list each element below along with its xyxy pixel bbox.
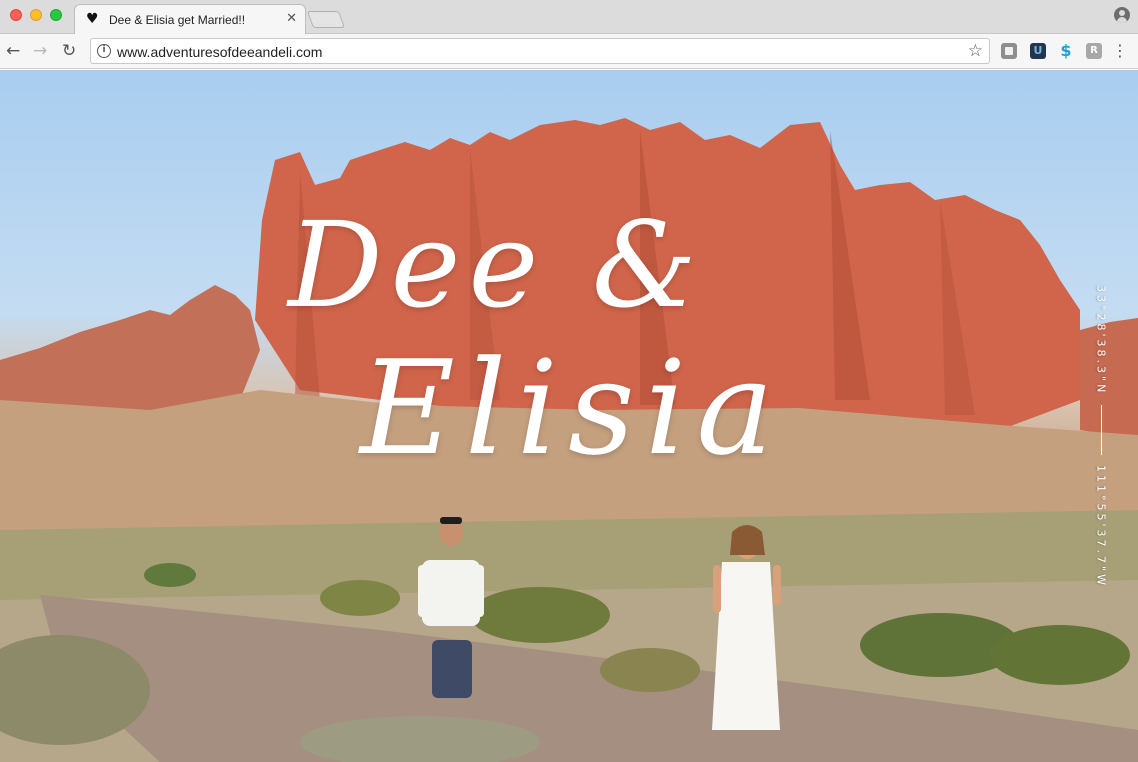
extension-r-icon[interactable]: R: [1086, 43, 1102, 59]
browser-menu-icon[interactable]: ⋮: [1112, 41, 1128, 61]
window-minimize-button[interactable]: [30, 9, 42, 21]
title-line-elisia: Elisia: [360, 332, 784, 484]
heart-favicon-icon: ♥: [86, 11, 99, 27]
back-arrow-icon[interactable]: ←: [6, 41, 20, 61]
hero-section: Dee & Elisia 33°28'38.3"N 111°55'37.7"W: [0, 70, 1138, 762]
title-line-dee: Dee &: [288, 196, 705, 334]
site-info-icon[interactable]: i: [97, 44, 111, 58]
window-maximize-button[interactable]: [50, 9, 62, 21]
tab-close-icon[interactable]: ✕: [286, 11, 297, 27]
extension-dollar-icon[interactable]: $: [1058, 43, 1074, 59]
latitude-text: 33°28'38.3"N: [1094, 285, 1108, 396]
extension-note-icon[interactable]: [1001, 43, 1017, 59]
extension-u-icon[interactable]: U: [1030, 43, 1046, 59]
browser-toolbar: ← → ↻ i www.adventuresofdeeandeli.com ☆ …: [0, 34, 1138, 69]
window-close-button[interactable]: [10, 9, 22, 21]
couple-names-title: Dee & Elisia: [250, 200, 870, 500]
new-tab-button[interactable]: [306, 11, 346, 28]
bookmark-star-icon[interactable]: ☆: [968, 41, 983, 61]
reload-icon[interactable]: ↻: [62, 41, 76, 61]
url-text[interactable]: www.adventuresofdeeandeli.com: [117, 44, 322, 60]
tab-title: Dee & Elisia get Married!!: [109, 13, 246, 27]
forward-arrow-icon[interactable]: →: [33, 41, 47, 61]
address-bar[interactable]: i www.adventuresofdeeandeli.com ☆: [90, 38, 990, 64]
coordinate-divider: [1100, 405, 1102, 456]
browser-tab-active[interactable]: ♥ Dee & Elisia get Married!! ✕: [74, 4, 306, 35]
profile-icon[interactable]: [1114, 7, 1130, 23]
browser-tab-bar: ♥ Dee & Elisia get Married!! ✕: [0, 0, 1138, 35]
gps-coordinates: 33°28'38.3"N 111°55'37.7"W: [1089, 285, 1113, 625]
longitude-text: 111°55'37.7"W: [1094, 465, 1108, 589]
